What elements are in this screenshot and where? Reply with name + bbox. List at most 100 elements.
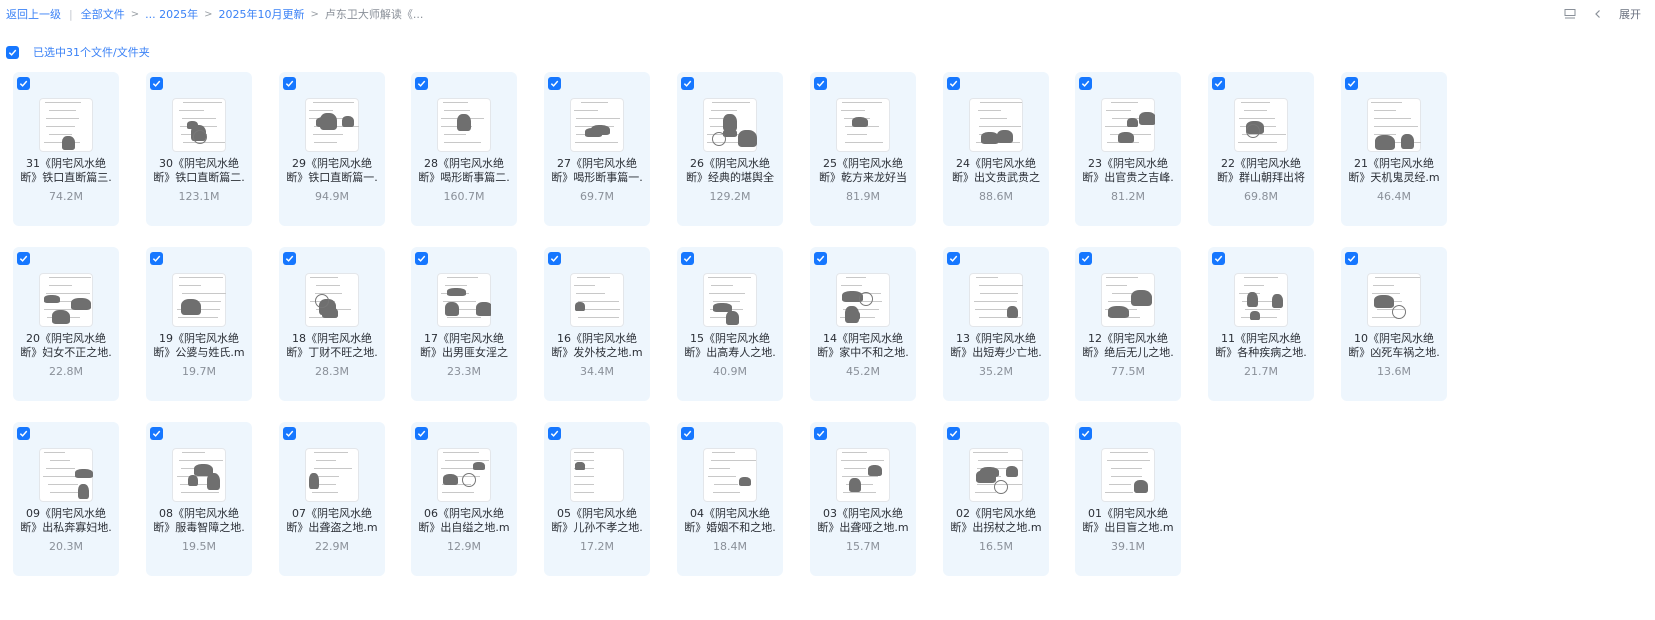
file-checkbox[interactable] — [548, 77, 561, 90]
file-name: 01《阴宅风水绝 断》出目盲之地.m — [1082, 507, 1174, 534]
file-thumbnail — [836, 448, 890, 502]
file-checkbox[interactable] — [814, 252, 827, 265]
file-card[interactable]: 23《阴宅风水绝 断》出官贵之吉峰. 81.2M — [1075, 72, 1181, 226]
file-name: 15《阴宅风水绝 断》出高寿人之地. — [684, 332, 776, 359]
file-name: 04《阴宅风水绝 断》婚姻不和之地. — [684, 507, 776, 534]
file-name: 08《阴宅风水绝 断》服毒智障之地. — [153, 507, 245, 534]
file-card[interactable]: 03《阴宅风水绝 断》出聋哑之地.m 15.7M — [810, 422, 916, 576]
file-card[interactable]: 27《阴宅风水绝 断》喝形断事篇一. 69.7M — [544, 72, 650, 226]
file-card[interactable]: 08《阴宅风水绝 断》服毒智障之地. 19.5M — [146, 422, 252, 576]
file-checkbox[interactable] — [814, 427, 827, 440]
file-name: 28《阴宅风水绝 断》喝形断事篇二. — [418, 157, 510, 184]
file-thumbnail — [172, 273, 226, 327]
file-card[interactable]: 22《阴宅风水绝 断》群山朝拜出将 69.8M — [1208, 72, 1314, 226]
file-card[interactable]: 29《阴宅风水绝 断》铁口直断篇一. 94.9M — [279, 72, 385, 226]
file-name: 06《阴宅风水绝 断》出自缢之地.m — [418, 507, 510, 534]
file-size: 34.4M — [580, 365, 614, 378]
breadcrumb-month[interactable]: 2025年10月更新 — [218, 6, 304, 22]
file-checkbox[interactable] — [548, 252, 561, 265]
file-size: 74.2M — [49, 190, 83, 203]
file-checkbox[interactable] — [1345, 252, 1358, 265]
file-card[interactable]: 15《阴宅风水绝 断》出高寿人之地. 40.9M — [677, 247, 783, 401]
file-checkbox[interactable] — [17, 427, 30, 440]
file-card[interactable]: 07《阴宅风水绝 断》出聋盗之地.m 22.9M — [279, 422, 385, 576]
file-size: 20.3M — [49, 540, 83, 553]
selection-bar: 已选中31个文件/文件夹 — [6, 44, 150, 60]
file-name: 30《阴宅风水绝 断》铁口直断篇二. — [153, 157, 245, 184]
file-card[interactable]: 24《阴宅风水绝 断》出文贵武贵之 88.6M — [943, 72, 1049, 226]
file-card[interactable]: 01《阴宅风水绝 断》出目盲之地.m 39.1M — [1075, 422, 1181, 576]
file-thumbnail — [39, 448, 93, 502]
file-size: 40.9M — [713, 365, 747, 378]
file-size: 88.6M — [979, 190, 1013, 203]
file-size: 22.8M — [49, 365, 83, 378]
file-name: 02《阴宅风水绝 断》出拐杖之地.m — [950, 507, 1042, 534]
file-checkbox[interactable] — [947, 77, 960, 90]
file-card[interactable]: 02《阴宅风水绝 断》出拐杖之地.m 16.5M — [943, 422, 1049, 576]
file-checkbox[interactable] — [548, 427, 561, 440]
file-checkbox[interactable] — [681, 252, 694, 265]
file-checkbox[interactable] — [283, 252, 296, 265]
file-checkbox[interactable] — [415, 427, 428, 440]
file-checkbox[interactable] — [283, 77, 296, 90]
file-thumbnail — [437, 273, 491, 327]
file-card[interactable]: 31《阴宅风水绝 断》铁口直断篇三. 74.2M — [13, 72, 119, 226]
file-checkbox[interactable] — [681, 427, 694, 440]
file-card[interactable]: 21《阴宅风水绝 断》天机鬼灵经.m 46.4M — [1341, 72, 1447, 226]
file-card[interactable]: 05《阴宅风水绝 断》儿孙不孝之地. 17.2M — [544, 422, 650, 576]
file-card[interactable]: 16《阴宅风水绝 断》发外枝之地.m 34.4M — [544, 247, 650, 401]
file-checkbox[interactable] — [947, 252, 960, 265]
file-thumbnail — [437, 98, 491, 152]
file-checkbox[interactable] — [415, 252, 428, 265]
file-checkbox[interactable] — [1212, 252, 1225, 265]
breadcrumb-root[interactable]: 全部文件 — [81, 6, 125, 22]
file-card[interactable]: 20《阴宅风水绝 断》妇女不正之地. 22.8M — [13, 247, 119, 401]
file-card[interactable]: 09《阴宅风水绝 断》出私奔寡妇地. 20.3M — [13, 422, 119, 576]
file-size: 17.2M — [580, 540, 614, 553]
file-size: 13.6M — [1377, 365, 1411, 378]
file-card[interactable]: 06《阴宅风水绝 断》出自缢之地.m 12.9M — [411, 422, 517, 576]
file-thumbnail — [703, 448, 757, 502]
file-checkbox[interactable] — [814, 77, 827, 90]
file-card[interactable]: 30《阴宅风水绝 断》铁口直断篇二. 123.1M — [146, 72, 252, 226]
file-size: 69.7M — [580, 190, 614, 203]
file-checkbox[interactable] — [150, 252, 163, 265]
file-card[interactable]: 17《阴宅风水绝 断》出男匪女淫之 23.3M — [411, 247, 517, 401]
file-card[interactable]: 19《阴宅风水绝 断》公婆与姓氏.m 19.7M — [146, 247, 252, 401]
file-checkbox[interactable] — [17, 252, 30, 265]
file-card[interactable]: 25《阴宅风水绝 断》乾方来龙好当 81.9M — [810, 72, 916, 226]
file-card[interactable]: 13《阴宅风水绝 断》出短寿少亡地. 35.2M — [943, 247, 1049, 401]
file-card[interactable]: 28《阴宅风水绝 断》喝形断事篇二. 160.7M — [411, 72, 517, 226]
file-checkbox[interactable] — [150, 77, 163, 90]
file-card[interactable]: 10《阴宅风水绝 断》凶死车祸之地. 13.6M — [1341, 247, 1447, 401]
back-link[interactable]: 返回上一级 — [6, 6, 61, 22]
file-checkbox[interactable] — [1079, 427, 1092, 440]
file-size: 16.5M — [979, 540, 1013, 553]
breadcrumb-year[interactable]: ... 2025年 — [145, 6, 198, 22]
file-thumbnail — [1101, 98, 1155, 152]
file-checkbox[interactable] — [947, 427, 960, 440]
file-checkbox[interactable] — [1345, 77, 1358, 90]
file-card[interactable]: 26《阴宅风水绝 断》经典的堪舆全 129.2M — [677, 72, 783, 226]
file-card[interactable]: 11《阴宅风水绝 断》各种疾病之地. 21.7M — [1208, 247, 1314, 401]
file-card[interactable]: 18《阴宅风水绝 断》丁财不旺之地. 28.3M — [279, 247, 385, 401]
file-name: 13《阴宅风水绝 断》出短寿少亡地. — [950, 332, 1042, 359]
file-card[interactable]: 12《阴宅风水绝 断》绝后无儿之地. 77.5M — [1075, 247, 1181, 401]
file-checkbox[interactable] — [1079, 77, 1092, 90]
expand-button[interactable]: 展开 — [1619, 6, 1641, 22]
file-checkbox[interactable] — [283, 427, 296, 440]
chevron-left-icon[interactable] — [1591, 7, 1605, 21]
file-checkbox[interactable] — [17, 77, 30, 90]
list-view-icon[interactable] — [1563, 7, 1577, 21]
file-checkbox[interactable] — [681, 77, 694, 90]
file-thumbnail — [1367, 273, 1421, 327]
select-all-checkbox[interactable] — [6, 45, 19, 59]
file-name: 19《阴宅风水绝 断》公婆与姓氏.m — [153, 332, 245, 359]
file-name: 03《阴宅风水绝 断》出聋哑之地.m — [817, 507, 909, 534]
file-card[interactable]: 04《阴宅风水绝 断》婚姻不和之地. 18.4M — [677, 422, 783, 576]
file-card[interactable]: 14《阴宅风水绝 断》家中不和之地. 45.2M — [810, 247, 916, 401]
file-checkbox[interactable] — [1079, 252, 1092, 265]
file-checkbox[interactable] — [1212, 77, 1225, 90]
file-checkbox[interactable] — [150, 427, 163, 440]
file-checkbox[interactable] — [415, 77, 428, 90]
